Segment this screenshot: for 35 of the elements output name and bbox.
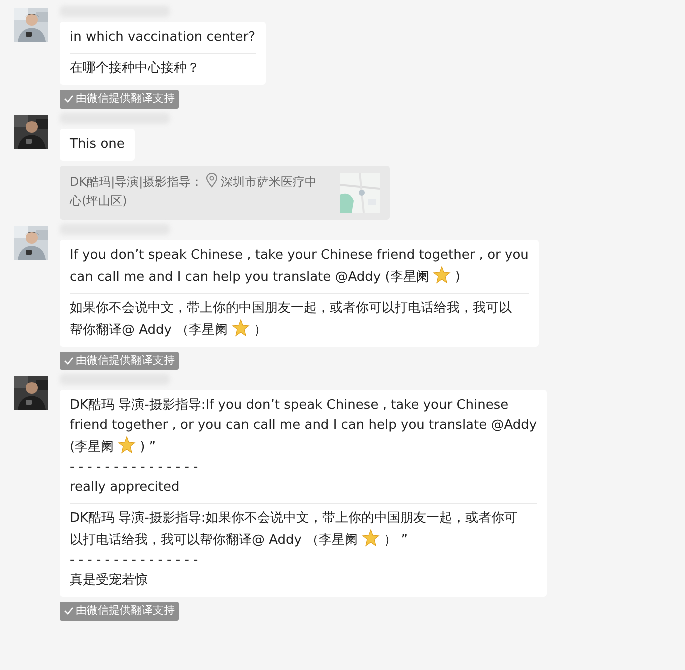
message-text: 以打电话给我，我可以帮你翻译@ Addy （李星阑: [70, 533, 358, 548]
address-text: 心(坪山区): [70, 194, 128, 208]
location-card[interactable]: DK酷玛|导演|摄影指导： 深圳市萨米医疗中 心(坪山区): [60, 166, 390, 220]
message-text: DK酷玛 导演-摄影指导:If you don’t speak Chinese , take your Chinese: [70, 398, 509, 413]
message-text: - - - - - - - - - - - - - - -: [70, 553, 198, 568]
message-text: DK酷玛 导演-摄影指导:如果你不会说中文，带上你的中国朋友一起，或者你可: [70, 511, 518, 526]
address-text: 深圳市萨米医疗中: [221, 174, 318, 188]
translation-note: 由微信提供翻译支持: [76, 91, 175, 107]
message-text: - - - - - - - - - - - - - - -: [70, 460, 198, 475]
translation-note: 由微信提供翻译支持: [76, 352, 175, 368]
check-icon: [64, 94, 74, 104]
message-text: in which vaccination center?: [70, 30, 256, 45]
sparkle-emoji-icon: [362, 529, 380, 547]
message-text: This one: [70, 136, 125, 152]
message-text: ): [455, 270, 460, 284]
message-text: 在哪个接种中心接种？: [70, 61, 200, 76]
message-text: (李星阑: [70, 440, 114, 455]
message-text: friend together , or you can call me and I can help you translate @Addy: [70, 418, 538, 433]
message-text: ）: [254, 322, 268, 338]
check-icon: [64, 356, 74, 366]
sparkle-emoji-icon: [433, 266, 452, 284]
message-text: 真是受宠若惊: [70, 573, 148, 588]
message-text: 如果你不会说中文，带上你的中国朋友一起，或者你可以打电话给我，我可以: [70, 300, 512, 316]
message-text: can call me and I can help you translate @Addy (李星阑: [70, 270, 430, 284]
sparkle-emoji-icon: [118, 436, 136, 454]
message-text: ) ”: [140, 440, 156, 455]
message-text: really apprecited: [70, 480, 180, 495]
message-text: If you don’t speak Chinese , take your Chinese friend together , or you: [70, 248, 529, 262]
sparkle-emoji-icon: [232, 318, 250, 336]
check-icon: [64, 606, 74, 616]
message-text: ） ”: [384, 533, 408, 548]
message-text: 帮你翻译@ Addy （李星阑: [70, 322, 228, 338]
location-pin-icon: [206, 172, 218, 188]
translation-note: 由微信提供翻译支持: [76, 603, 175, 619]
sender-label: DK酷玛|导演|摄影指导：: [70, 174, 204, 188]
